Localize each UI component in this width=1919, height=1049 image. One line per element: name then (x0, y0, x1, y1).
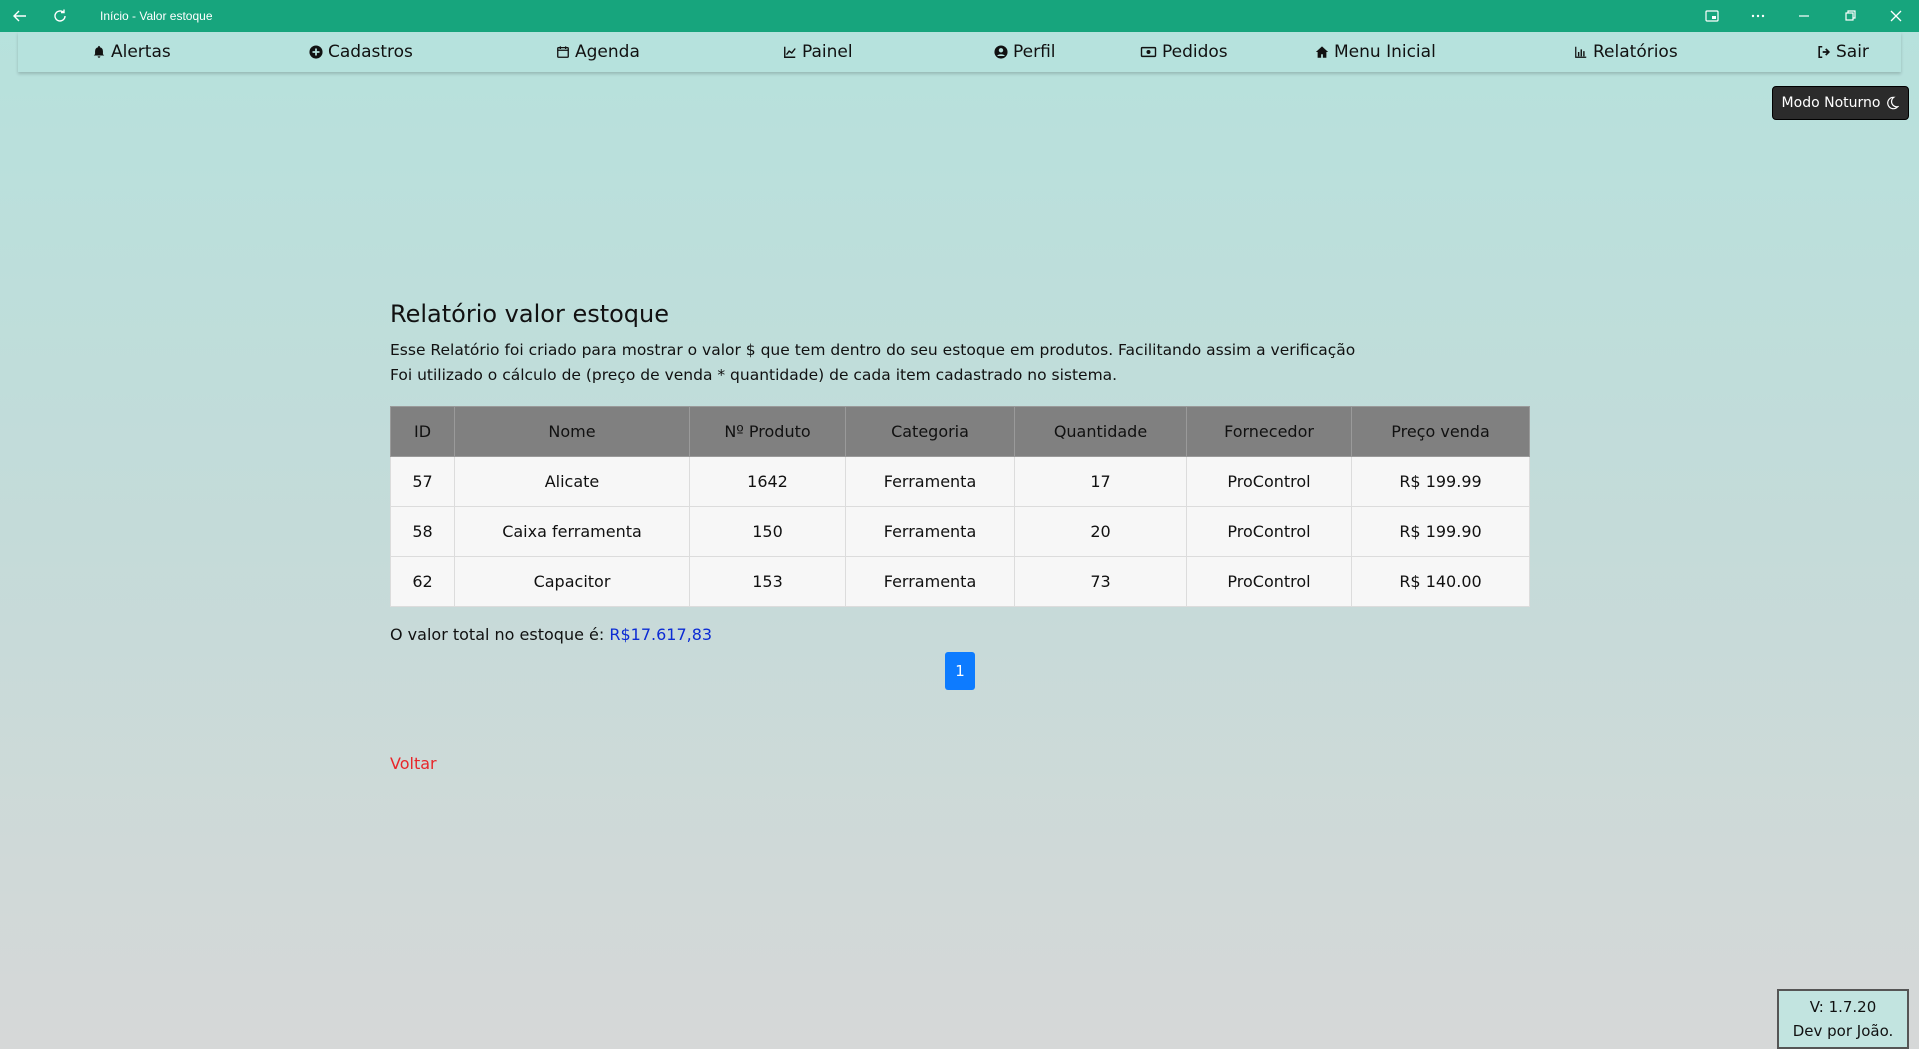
plus-circle-icon (309, 45, 323, 59)
line-chart-icon (784, 46, 796, 58)
column-header-quantidade: Quantidade (1014, 406, 1187, 457)
column-header-nome: Nome (454, 406, 690, 457)
stock-total-label: O valor total no estoque é: (390, 625, 605, 644)
cell-n-produto: 1642 (689, 456, 846, 507)
more-icon[interactable] (1735, 0, 1781, 32)
cell-id: 62 (390, 556, 455, 607)
minimize-icon[interactable] (1781, 0, 1827, 32)
nav-label: Agenda (575, 42, 640, 62)
cell-categoria: Ferramenta (845, 456, 1015, 507)
nav-label: Cadastros (328, 42, 413, 62)
version-box: V: 1.7.20 Dev por João. (1777, 989, 1909, 1049)
developer-label: Dev por João. (1792, 1022, 1894, 1040)
back-link[interactable]: Voltar (390, 754, 437, 773)
nav-label: Sair (1836, 42, 1869, 62)
pagination-page-1[interactable]: 1 (945, 652, 975, 690)
bell-icon (93, 45, 105, 58)
sign-out-icon (1818, 45, 1831, 59)
home-icon (1315, 46, 1329, 58)
stock-total: O valor total no estoque é: R$17.617,83 (390, 625, 1530, 644)
close-icon[interactable] (1873, 0, 1919, 32)
nav-label: Alertas (111, 42, 171, 62)
page-title: Relatório valor estoque (390, 300, 670, 328)
back-arrow-icon[interactable] (0, 0, 40, 32)
restore-icon[interactable] (1827, 0, 1873, 32)
nav-item-perfil[interactable]: Perfil (994, 40, 1056, 64)
nav-item-menu-inicial[interactable]: Menu Inicial (1315, 40, 1436, 64)
nav-item-relatorios[interactable]: Relatórios (1574, 40, 1678, 64)
cell-n-produto: 150 (689, 506, 846, 557)
cell-id: 57 (390, 456, 455, 507)
cast-icon[interactable] (1689, 0, 1735, 32)
cell-preco-venda: R$ 199.90 (1351, 506, 1530, 557)
refresh-icon[interactable] (40, 0, 80, 32)
cell-categoria: Ferramenta (845, 556, 1015, 607)
column-header-preco-venda: Preço venda (1351, 406, 1530, 457)
cell-preco-venda: R$ 140.00 (1351, 556, 1530, 607)
cell-id: 58 (390, 506, 455, 557)
nav-item-painel[interactable]: Painel (783, 40, 853, 64)
nav-label: Menu Inicial (1334, 42, 1436, 62)
nav-label: Perfil (1013, 42, 1056, 62)
moon-icon (1887, 96, 1900, 110)
nav-item-pedidos[interactable]: Pedidos (1140, 40, 1228, 64)
cell-quantidade: 17 (1014, 456, 1187, 507)
cell-fornecedor: ProControl (1186, 556, 1352, 607)
version-label: V: 1.7.20 (1809, 998, 1877, 1016)
cell-preco-venda: R$ 199.99 (1351, 456, 1530, 507)
cell-categoria: Ferramenta (845, 506, 1015, 557)
table-header-row: ID Nome Nº Produto Categoria Quantidade … (390, 406, 1530, 457)
window-titlebar: Início - Valor estoque (0, 0, 1919, 32)
table-row: 58 Caixa ferramenta 150 Ferramenta 20 Pr… (390, 506, 1530, 557)
cell-quantidade: 73 (1014, 556, 1187, 607)
calendar-icon (557, 46, 569, 58)
report-description-line2: Foi utilizado o cálculo de (preço de ven… (390, 366, 1118, 384)
nav-item-sair[interactable]: Sair (1817, 40, 1869, 64)
cell-n-produto: 153 (689, 556, 846, 607)
column-header-fornecedor: Fornecedor (1186, 406, 1352, 457)
nav-item-agenda[interactable]: Agenda (556, 40, 640, 64)
window-title: Início - Valor estoque (100, 9, 213, 23)
money-bill-icon (1140, 46, 1157, 58)
night-mode-label: Modo Noturno (1781, 95, 1881, 111)
report-section: Relatório valor estoque Esse Relatório f… (390, 300, 1530, 773)
nav-label: Relatórios (1593, 42, 1678, 62)
column-header-n-produto: Nº Produto (689, 406, 846, 457)
user-circle-icon (994, 45, 1008, 59)
cell-nome: Alicate (454, 456, 690, 507)
night-mode-button[interactable]: Modo Noturno (1772, 86, 1909, 120)
nav-item-cadastros[interactable]: Cadastros (309, 40, 413, 64)
column-header-categoria: Categoria (845, 406, 1015, 457)
stock-table: ID Nome Nº Produto Categoria Quantidade … (390, 406, 1530, 607)
table-row: 62 Capacitor 153 Ferramenta 73 ProContro… (390, 556, 1530, 607)
cell-fornecedor: ProControl (1186, 456, 1352, 507)
cell-nome: Capacitor (454, 556, 690, 607)
nav-label: Pedidos (1162, 42, 1228, 62)
column-header-id: ID (390, 406, 455, 457)
nav-label: Painel (802, 42, 853, 62)
nav-item-alertas[interactable]: Alertas (92, 40, 171, 64)
report-description-line1: Esse Relatório foi criado para mostrar o… (390, 341, 1356, 359)
cell-fornecedor: ProControl (1186, 506, 1352, 557)
cell-quantidade: 20 (1014, 506, 1187, 557)
table-row: 57 Alicate 1642 Ferramenta 17 ProControl… (390, 456, 1530, 507)
top-navbar: Alertas Cadastros Agenda Painel Perfil P… (18, 32, 1901, 72)
bar-chart-icon (1575, 46, 1587, 58)
cell-nome: Caixa ferramenta (454, 506, 690, 557)
stock-total-value: R$17.617,83 (609, 625, 713, 644)
